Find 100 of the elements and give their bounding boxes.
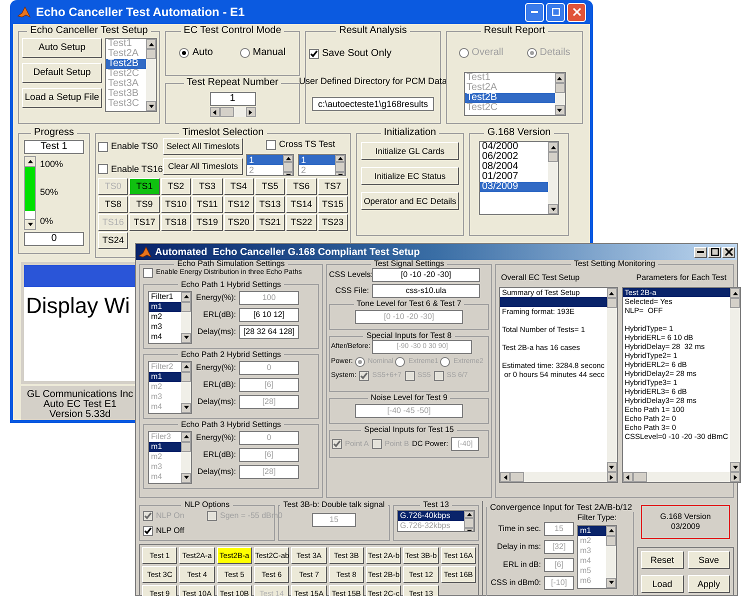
list-item[interactable]: m2 [149,312,181,322]
maximize-button[interactable] [708,246,721,258]
list-item[interactable]: m3 [149,322,181,332]
button[interactable]: TS15 [318,196,348,213]
text-field[interactable]: 1 [210,92,256,106]
button[interactable]: Initialize GL Cards [361,142,459,160]
scroll-thumb[interactable] [606,298,617,308]
scrollbar[interactable] [464,511,474,531]
list-item[interactable]: m4 [149,332,181,342]
text-field[interactable]: [28 32 64 128] [239,324,299,338]
checkbox[interactable] [266,140,276,150]
list-item[interactable]: 04/2000 [480,142,548,152]
button[interactable]: TS9 [129,196,160,213]
button[interactable]: Initialize EC Status [361,167,459,185]
button[interactable]: TS12 [224,196,254,213]
list-item[interactable]: 01/2007 [480,172,548,182]
scroll-thumb[interactable] [220,107,234,117]
scroll-thumb[interactable] [464,518,474,528]
button[interactable]: Load [641,575,684,593]
button[interactable]: Apply [688,575,730,593]
text-field[interactable]: 0 [24,232,84,246]
radio-button[interactable] [240,48,250,58]
button[interactable]: TS4 [224,178,254,195]
scrollbar[interactable] [500,472,617,482]
list-item[interactable]: 08/2004 [480,162,548,172]
list-item[interactable]: m1 [149,302,181,312]
scroll-thumb[interactable] [335,162,345,172]
button[interactable]: TS21 [254,214,286,231]
button[interactable]: TS11 [192,196,222,213]
list-item[interactable]: 06/2002 [480,152,548,162]
scrollbar[interactable] [606,526,616,588]
scroll-thumb[interactable] [548,152,558,162]
scrollbar[interactable] [606,288,617,472]
button[interactable]: TS7 [318,178,348,195]
button[interactable]: TS10 [160,196,192,213]
scroll-arrow-button[interactable] [24,156,36,167]
scroll-arrow-button[interactable] [24,219,36,230]
checkbox[interactable] [98,142,108,152]
text-field[interactable]: Test 1 [24,140,84,154]
scrollbar[interactable] [210,107,256,117]
list-item[interactable]: 1 [247,154,283,164]
scroll-thumb[interactable] [283,162,293,172]
button[interactable]: TS1 [129,178,160,195]
button[interactable]: TS2 [160,178,192,195]
text-field[interactable]: [0 -10 -20 -30] [372,268,480,282]
list-box[interactable]: m1 m2 m3 m4 m5 m6 [577,524,617,588]
scrollbar[interactable] [730,288,740,472]
list-item[interactable]: 1 [299,154,335,164]
button[interactable]: TS13 [254,196,286,213]
checkbox[interactable] [98,164,108,174]
button[interactable]: Save [688,551,730,569]
up-arrow-icon [557,76,562,80]
checkbox[interactable] [309,48,319,58]
button[interactable]: TS18 [160,214,192,231]
list-box[interactable]: G.726-40kbps G.726-32kbps [397,510,475,532]
list-box[interactable]: 1 2 [298,154,346,176]
text-field[interactable]: c:\autoecteste1\g168results [312,96,434,110]
list-box[interactable]: 04/2000 06/2002 08/2004 01/2007 03/2009 [479,141,559,215]
scroll-thumb[interactable] [730,298,740,308]
group-title: G.168 Version [486,128,552,138]
scrollbar[interactable] [181,292,191,342]
scroll-thumb[interactable] [510,472,524,482]
list-box[interactable] [622,287,742,483]
list-box[interactable]: Filter1 m1 m2 m3 m4 [148,290,192,344]
button[interactable]: Clear All Timeslots [163,158,243,175]
button[interactable]: Operator and EC Details [361,192,459,210]
text-field[interactable]: [6 10 12] [239,308,299,322]
button[interactable]: TS22 [286,214,317,231]
scrollbar[interactable] [622,472,740,482]
button[interactable]: TS8 [98,196,128,213]
scroll-thumb[interactable] [554,83,564,93]
scroll-thumb[interactable] [606,536,616,546]
checkbox[interactable] [143,526,153,536]
checkbox[interactable] [143,268,153,278]
button[interactable]: TS23 [318,214,348,231]
radio-button[interactable] [179,48,190,58]
minimize-button[interactable] [694,246,707,258]
button[interactable]: TS20 [224,214,254,231]
list-item[interactable]: Filter1 [149,292,181,302]
scrollbar[interactable] [283,154,293,174]
button[interactable]: TS5 [254,178,286,195]
scroll-thumb[interactable] [181,302,191,312]
button[interactable]: TS14 [286,196,317,213]
close-button[interactable] [722,246,735,258]
list-item[interactable]: G.726-40kbps [398,511,464,521]
button[interactable]: TS3 [192,178,222,195]
text-field[interactable]: css-s10.ula [372,284,480,298]
button[interactable]: Reset [641,551,684,569]
button[interactable]: Select All Timeslots [163,138,243,155]
list-item[interactable]: 03/2009 [480,182,548,192]
button[interactable]: TS6 [286,178,317,195]
button[interactable]: TS17 [129,214,160,231]
list-item[interactable]: m1 [578,526,606,536]
button[interactable]: TS24 [98,232,128,249]
scrollbar[interactable] [554,73,564,115]
scrollbar[interactable] [335,154,345,174]
button[interactable]: TS19 [192,214,222,231]
scrollbar[interactable] [548,142,558,214]
scroll-thumb[interactable] [632,472,647,482]
list-box[interactable]: 1 2 [246,154,294,176]
